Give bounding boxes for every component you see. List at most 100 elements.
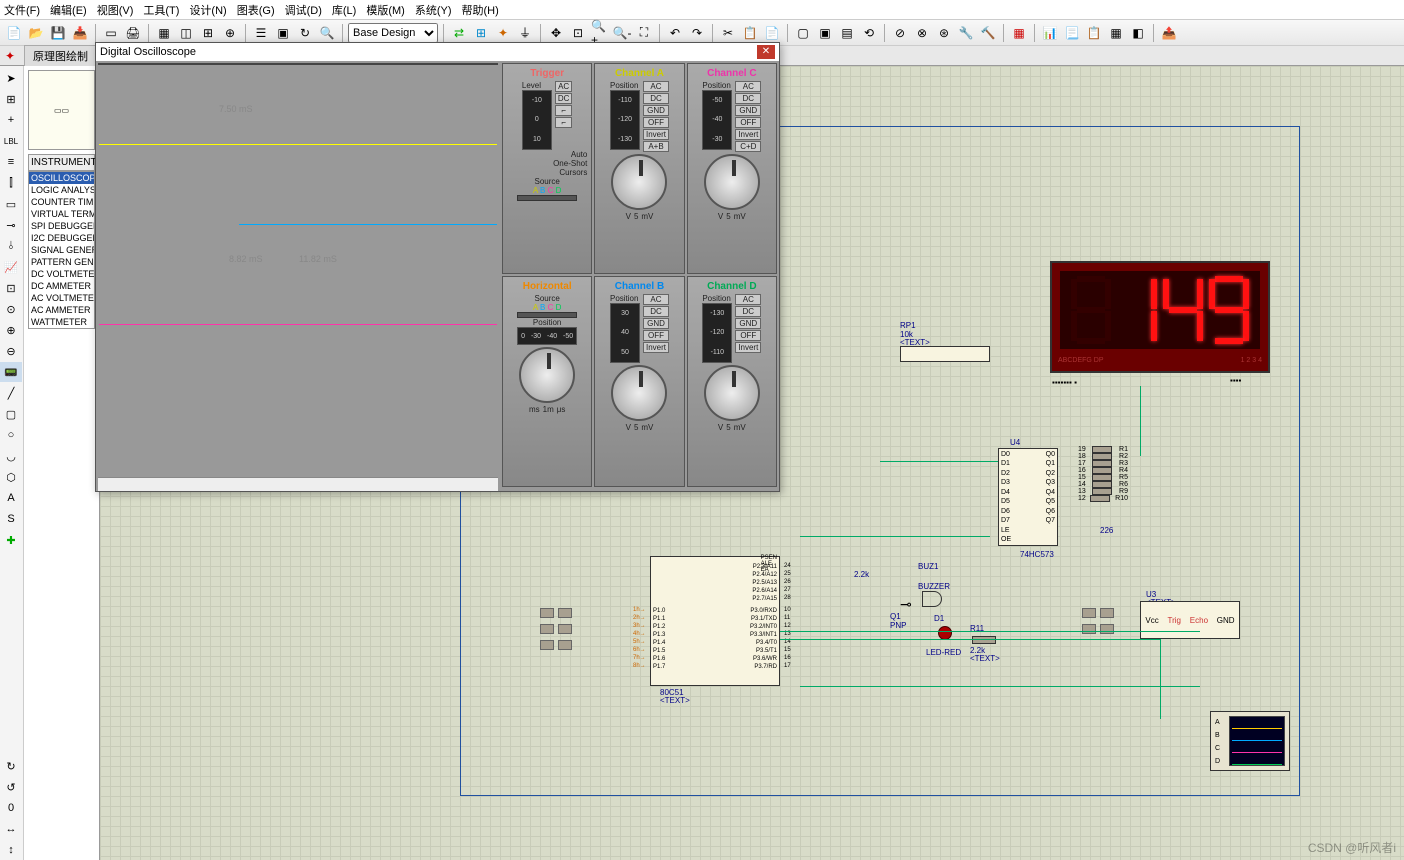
chb-position[interactable]: 304050 — [610, 303, 640, 363]
select-icon[interactable]: ➤ — [0, 68, 22, 88]
list-item[interactable]: AC AMMETER — [29, 304, 94, 316]
probe-i-icon[interactable]: ⊖ — [0, 341, 22, 361]
trig-dc[interactable]: DC — [555, 93, 573, 104]
undo-icon[interactable]: ↶ — [665, 23, 685, 43]
chc-off[interactable]: OFF — [735, 117, 761, 128]
menu-design[interactable]: 设计(N) — [189, 2, 226, 18]
open-icon[interactable]: 📂 — [26, 23, 46, 43]
oscilloscope-instrument[interactable]: AB CD — [1210, 711, 1290, 771]
list-item[interactable]: OSCILLOSCOPE — [29, 172, 94, 184]
arc-icon[interactable]: ◡ — [0, 446, 22, 466]
zoom-all-icon[interactable]: ⛶ — [634, 23, 654, 43]
save-icon[interactable]: 💾 — [48, 23, 68, 43]
cha-dial[interactable] — [611, 154, 667, 210]
zoom-fit-icon[interactable]: ⊡ — [568, 23, 588, 43]
chd-off[interactable]: OFF — [735, 330, 761, 341]
chd-ac[interactable]: AC — [735, 294, 761, 305]
tape-icon[interactable]: ⊡ — [0, 278, 22, 298]
chd-position[interactable]: -130-120-110 — [702, 303, 732, 363]
menu-tools[interactable]: 工具(T) — [143, 2, 179, 18]
rotate-ccw-icon[interactable]: ↺ — [0, 777, 22, 797]
bom-icon[interactable]: 📋 — [1084, 23, 1104, 43]
print-icon[interactable]: 🖨 — [123, 23, 143, 43]
paste-icon[interactable]: 📄 — [762, 23, 782, 43]
text-script-icon[interactable]: ≡ — [0, 152, 22, 172]
marker-icon[interactable]: ✚ — [0, 530, 22, 550]
circle-icon[interactable]: ○ — [0, 425, 22, 445]
move-icon[interactable]: ✥ — [546, 23, 566, 43]
refresh-icon[interactable]: ↻ — [295, 23, 315, 43]
chc-ac[interactable]: AC — [735, 81, 761, 92]
trig-edge-rise[interactable]: ⌐ — [555, 105, 573, 116]
meas3-icon[interactable]: ⊛ — [934, 23, 954, 43]
rp1-component[interactable] — [900, 346, 990, 362]
cha-ac[interactable]: AC — [643, 81, 669, 92]
list-item[interactable]: LOGIC ANALYSER — [29, 184, 94, 196]
chb-invert[interactable]: Invert — [643, 342, 669, 353]
list-item[interactable]: VIRTUAL TERMINAL — [29, 208, 94, 220]
probe-v-icon[interactable]: ⊕ — [0, 320, 22, 340]
region-icon[interactable]: ▭ — [101, 23, 121, 43]
trig-ac[interactable]: AC — [555, 81, 573, 92]
menu-debug[interactable]: 调试(D) — [285, 2, 322, 18]
chc-cd[interactable]: C+D — [735, 141, 761, 152]
led-d1[interactable] — [938, 626, 952, 640]
menu-template[interactable]: 模版(M) — [366, 2, 405, 18]
copy-icon[interactable]: 📋 — [740, 23, 760, 43]
chd-dial[interactable] — [704, 365, 760, 421]
instrument-icon[interactable]: 📟 — [0, 362, 22, 382]
scope-titlebar[interactable]: Digital Oscilloscope ✕ — [96, 43, 779, 61]
redo-icon[interactable]: ↷ — [687, 23, 707, 43]
hor-dial[interactable] — [519, 347, 575, 403]
hammer-icon[interactable]: 🔨 — [978, 23, 998, 43]
chb-dc[interactable]: DC — [643, 306, 669, 317]
tab-icon[interactable]: ✦ — [0, 46, 20, 66]
list-item[interactable]: SPI DEBUGGER — [29, 220, 94, 232]
zoom-out-icon[interactable]: 🔍- — [612, 23, 632, 43]
export-icon[interactable]: 📤 — [1159, 23, 1179, 43]
u3-buttons[interactable] — [1080, 606, 1116, 638]
list-item[interactable]: I2C DEBUGGER — [29, 232, 94, 244]
chart-icon[interactable]: 📊 — [1040, 23, 1060, 43]
oscilloscope-window[interactable]: Digital Oscilloscope ✕ 7.50 mS 8.82 mS 1… — [95, 42, 780, 492]
tab-schematic[interactable]: 原理图绘制 — [24, 45, 97, 67]
zoom-in-icon[interactable]: 🔍+ — [590, 23, 610, 43]
flip-h-icon[interactable]: ↔ — [0, 819, 22, 839]
r11[interactable] — [972, 636, 996, 644]
list-item[interactable]: SIGNAL GENERATOR — [29, 244, 94, 256]
menu-chart[interactable]: 图表(G) — [237, 2, 275, 18]
grid-icon[interactable]: ▦ — [154, 23, 174, 43]
trig-oneshot[interactable]: One-Shot — [507, 159, 587, 168]
list-item[interactable]: DC AMMETER — [29, 280, 94, 292]
symbol-icon[interactable]: S — [0, 509, 22, 529]
menu-edit[interactable]: 编辑(E) — [50, 2, 87, 18]
text-icon[interactable]: A — [0, 488, 22, 508]
align-icon[interactable]: ☰ — [251, 23, 271, 43]
scope-screen[interactable]: 7.50 mS 8.82 mS 11.82 mS — [98, 63, 498, 65]
snap-icon[interactable]: ⊞ — [198, 23, 218, 43]
search-icon[interactable]: 🔍 — [317, 23, 337, 43]
hor-position[interactable]: 0 -30 -40 -50 — [517, 327, 577, 345]
import-icon[interactable]: 📥 — [70, 23, 90, 43]
chc-position[interactable]: -50-40-30 — [702, 90, 732, 150]
transistor[interactable]: ⊸ — [900, 596, 912, 613]
angle-icon[interactable]: 0 — [0, 798, 22, 818]
cha-dc[interactable]: DC — [643, 93, 669, 104]
cha-gnd[interactable]: GND — [643, 105, 669, 116]
resistor-array[interactable]: 19R1 18R2 17R3 16R4 15R5 14R6 13R9 12R10 — [1078, 446, 1128, 502]
cha-invert[interactable]: Invert — [643, 129, 669, 140]
component-icon[interactable]: ⊞ — [0, 89, 22, 109]
u3-chip[interactable]: Vcc Trig Echo GND — [1140, 601, 1240, 639]
chd-invert[interactable]: Invert — [735, 342, 761, 353]
label-icon[interactable]: LBL — [0, 131, 22, 151]
flip-v-icon[interactable]: ↕ — [0, 840, 22, 860]
generator-icon[interactable]: ⊙ — [0, 299, 22, 319]
rotate-cw-icon[interactable]: ↻ — [0, 756, 22, 776]
u4-chip[interactable]: D0Q0 D1Q1 D2Q2 D3Q3 D4Q4 D5Q5 D6Q6 D7Q7 … — [998, 448, 1058, 546]
net-icon[interactable]: ⊞ — [471, 23, 491, 43]
ungroup-icon[interactable]: ▤ — [837, 23, 857, 43]
menu-library[interactable]: 库(L) — [332, 2, 356, 18]
junction-icon[interactable]: + — [0, 110, 22, 130]
scope-scrollbar[interactable] — [98, 477, 498, 491]
connect-icon[interactable]: ✦ — [493, 23, 513, 43]
